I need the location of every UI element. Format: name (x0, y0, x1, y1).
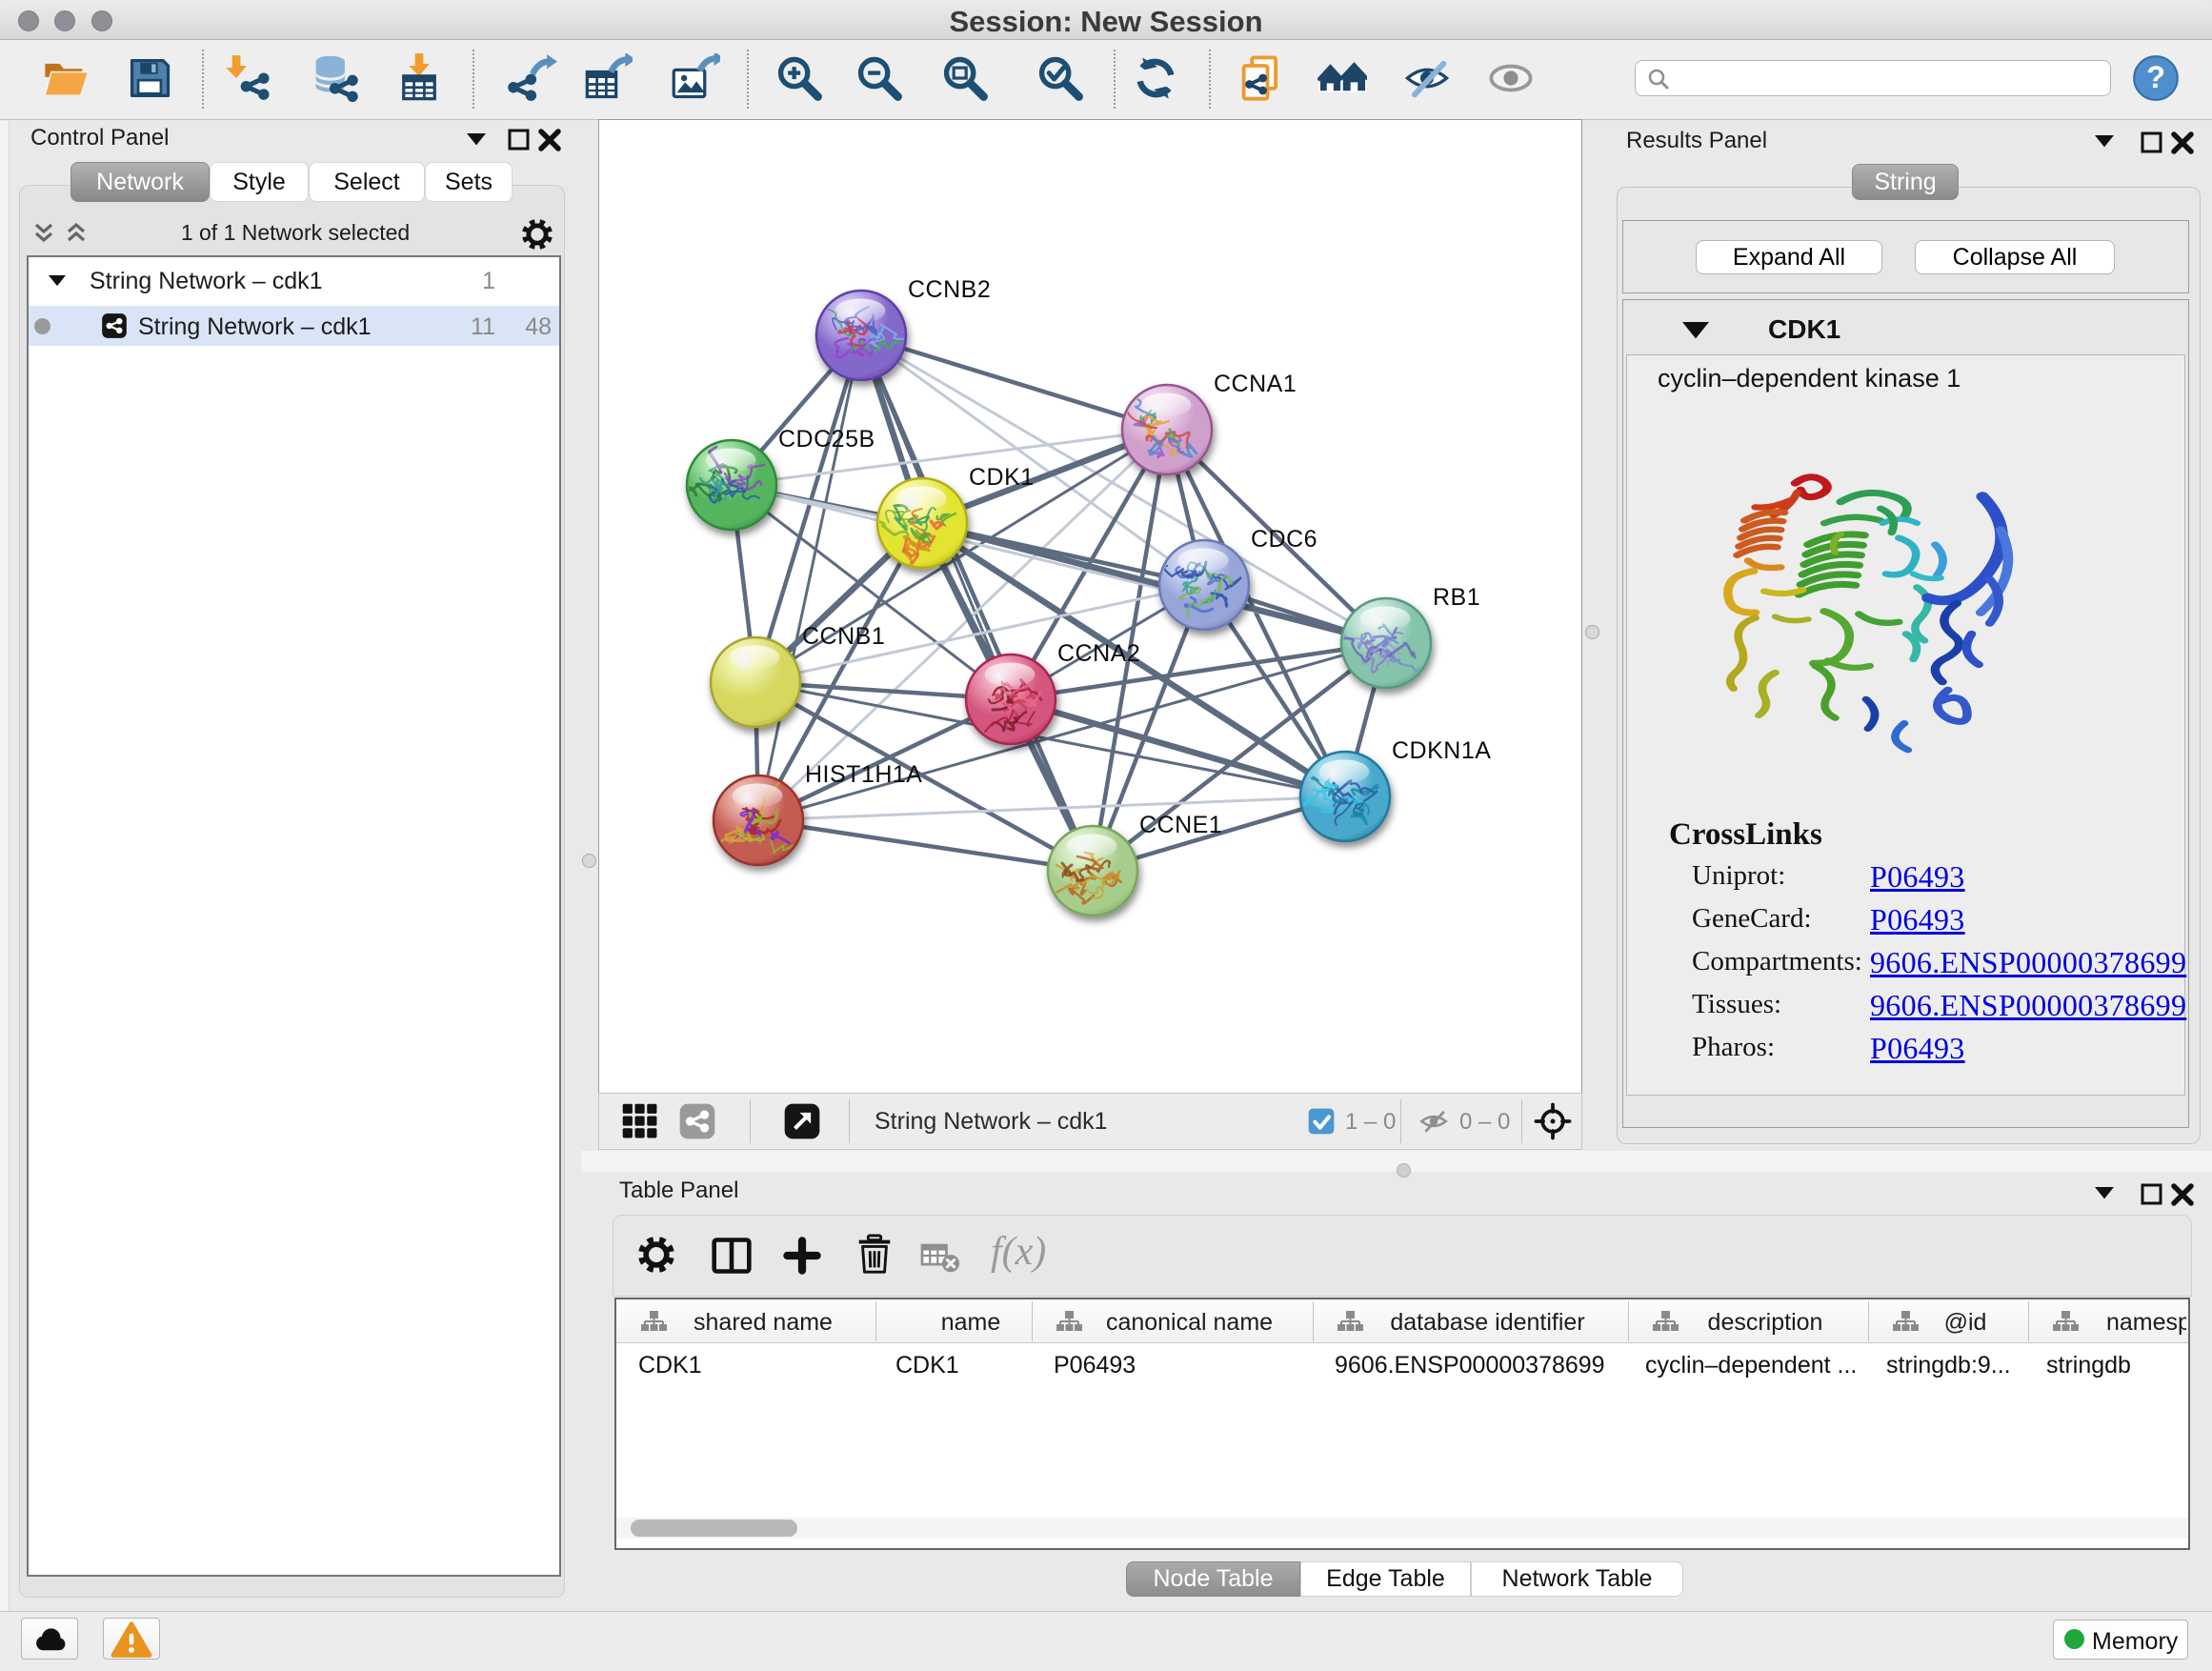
svg-text:CCNA2: CCNA2 (1057, 640, 1140, 667)
svg-text:CDK1: CDK1 (969, 464, 1035, 491)
svg-text:CCNE1: CCNE1 (1139, 812, 1222, 838)
svg-text:RB1: RB1 (1433, 584, 1480, 611)
svg-text:CCNA1: CCNA1 (1214, 371, 1297, 397)
svg-text:HIST1H1A: HIST1H1A (805, 761, 922, 788)
svg-text:CDC6: CDC6 (1251, 526, 1317, 553)
svg-text:CCNB1: CCNB1 (802, 623, 885, 650)
svg-text:CDC25B: CDC25B (778, 426, 875, 453)
svg-text:CCNB2: CCNB2 (908, 276, 991, 303)
svg-text:?: ? (2146, 60, 2165, 94)
svg-text:CDKN1A: CDKN1A (1392, 737, 1491, 764)
